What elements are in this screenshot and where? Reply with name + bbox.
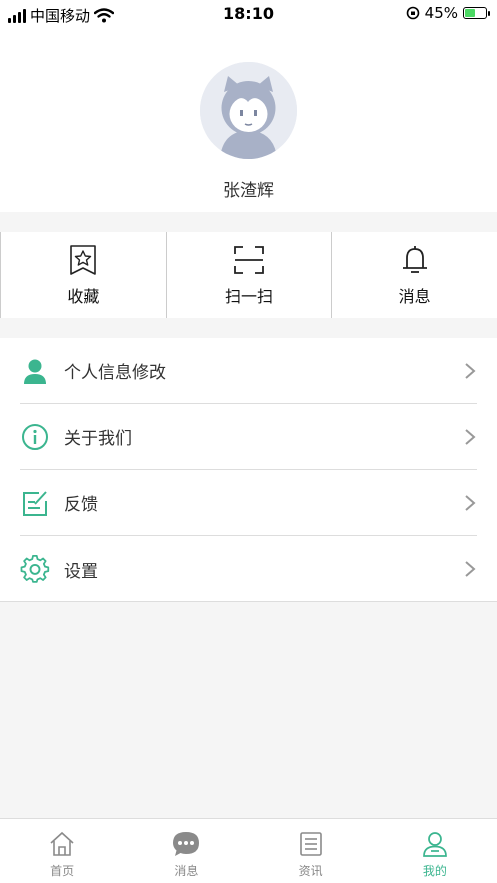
gear-icon	[20, 554, 50, 583]
quick-action-label: 扫一扫	[225, 287, 274, 306]
battery-fill	[465, 9, 475, 17]
chevron-right-icon	[465, 494, 476, 511]
settings-menu: 个人信息修改 关于我们 反馈 设置	[0, 338, 497, 602]
avatar[interactable]	[200, 62, 297, 159]
orientation-lock-icon	[406, 6, 419, 20]
star-bookmark-icon	[70, 245, 97, 275]
menu-label: 关于我们	[64, 429, 132, 449]
user-icon	[423, 832, 447, 857]
home-icon	[50, 831, 74, 856]
quick-action-scan[interactable]: 扫一扫	[167, 232, 333, 318]
tab-messages[interactable]: 消息	[124, 819, 248, 883]
status-bar: 中国移动 18:10 45%	[0, 0, 497, 30]
quick-action-label: 消息	[398, 287, 431, 306]
battery-percent: 45%	[424, 4, 458, 22]
tab-label: 首页	[50, 864, 75, 878]
menu-item-about-us[interactable]: 关于我们	[20, 404, 477, 470]
chevron-right-icon	[465, 561, 476, 577]
menu-icon-wrap	[20, 422, 50, 452]
menu-icon-wrap	[20, 356, 50, 386]
menu-label: 个人信息修改	[64, 363, 166, 383]
quick-action-messages[interactable]: 消息	[332, 232, 497, 318]
tab-label: 消息	[174, 864, 199, 878]
chat-bubble-icon	[173, 832, 200, 856]
info-icon	[22, 423, 48, 450]
news-list-icon	[299, 832, 322, 856]
bottom-tab-bar: 首页 消息 资讯 我的	[0, 818, 497, 883]
status-right: 45%	[406, 4, 490, 22]
chevron-right-icon	[465, 362, 476, 379]
bell-icon	[402, 246, 427, 273]
quick-actions: 收藏 扫一扫 消息	[0, 232, 497, 318]
profile-header: 张渣辉	[0, 30, 497, 212]
username: 张渣辉	[223, 181, 274, 201]
tab-label: 资讯	[298, 864, 323, 878]
person-icon	[24, 359, 46, 384]
quick-action-favorites[interactable]: 收藏	[1, 232, 167, 318]
menu-icon-wrap	[20, 488, 50, 518]
menu-item-feedback[interactable]: 反馈	[20, 470, 477, 536]
avatar-cat-hood-icon	[200, 62, 297, 159]
tab-home[interactable]: 首页	[0, 819, 124, 883]
tab-news[interactable]: 资讯	[249, 819, 373, 883]
battery-icon	[463, 7, 490, 19]
tab-mine[interactable]: 我的	[373, 819, 497, 883]
feedback-edit-icon	[23, 490, 47, 516]
menu-icon-wrap	[20, 554, 50, 584]
menu-item-settings[interactable]: 设置	[20, 536, 477, 602]
tab-label: 我的	[422, 864, 447, 878]
chevron-right-icon	[465, 428, 476, 445]
menu-item-edit-profile[interactable]: 个人信息修改	[20, 338, 477, 404]
scan-icon	[234, 246, 264, 274]
menu-label: 设置	[64, 561, 98, 582]
menu-label: 反馈	[64, 495, 98, 515]
profile-page: 中国移动 18:10 45% 张渣辉 收藏 扫一扫 消息 个人信息修改 关于我们…	[0, 0, 497, 883]
quick-action-label: 收藏	[67, 287, 100, 306]
